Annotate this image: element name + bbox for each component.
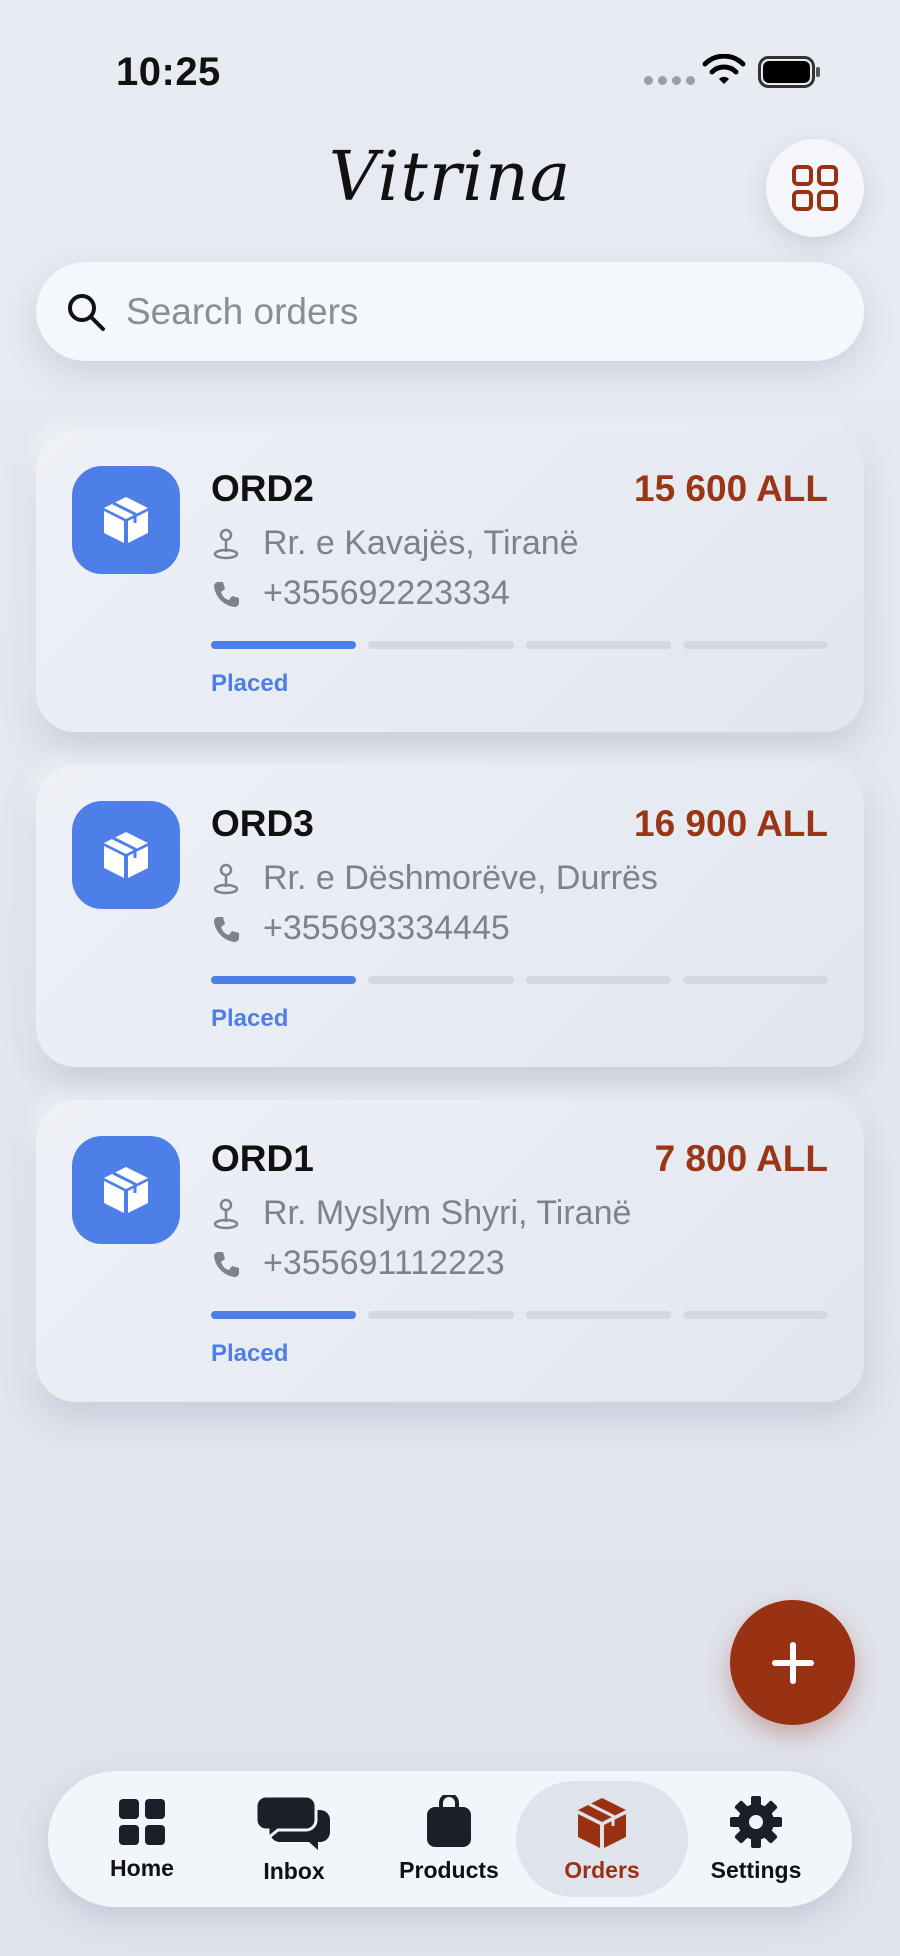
- search-icon: [68, 293, 105, 331]
- app-logo-title: Vitrina: [328, 138, 572, 217]
- order-box-icon: [72, 466, 180, 574]
- order-phone: +355691112223: [263, 1244, 505, 1282]
- order-total: 16 900 ALL: [634, 803, 828, 844]
- tab-label: Settings: [710, 1856, 802, 1883]
- order-id: ORD2: [211, 468, 314, 509]
- tab-home[interactable]: Home: [56, 1781, 228, 1897]
- grid-icon: [792, 165, 838, 211]
- tab-label: Products: [399, 1856, 499, 1883]
- gear-icon: [730, 1795, 782, 1848]
- order-card[interactable]: ORD2 15 600 ALL Rr. e Kavajës, Tiranë +3…: [36, 430, 864, 732]
- progress-step: [682, 1311, 828, 1319]
- search-input[interactable]: [126, 290, 806, 333]
- progress-step: [525, 1311, 671, 1319]
- order-phone: +355693334445: [263, 909, 510, 947]
- battery-icon: [758, 56, 820, 88]
- tab-label: Home: [110, 1854, 174, 1881]
- add-order-button[interactable]: [730, 1600, 855, 1725]
- bottom-tab-bar: Home Inbox Products Orders Settings: [48, 1771, 852, 1907]
- order-phone-row: +355692223334: [211, 574, 510, 613]
- order-box-icon: [72, 801, 180, 909]
- progress-step: [368, 1311, 514, 1319]
- order-card[interactable]: ORD1 7 800 ALL Rr. Myslym Shyri, Tiranë …: [36, 1100, 864, 1402]
- order-address: Rr. e Kavajës, Tiranë: [263, 524, 579, 562]
- order-progress: [211, 976, 828, 984]
- progress-step-placed: [211, 1311, 357, 1319]
- location-pin-icon: [211, 528, 241, 559]
- order-address: Rr. Myslym Shyri, Tiranë: [263, 1194, 632, 1232]
- order-card[interactable]: ORD3 16 900 ALL Rr. e Dëshmorëve, Durrës…: [36, 765, 864, 1067]
- location-pin-icon: [211, 863, 241, 894]
- order-status: Placed: [211, 1340, 289, 1367]
- cellular-signal-icon: [644, 76, 695, 85]
- progress-step: [525, 976, 671, 984]
- progress-step: [368, 641, 514, 649]
- box-icon: [578, 1797, 626, 1848]
- progress-step-placed: [211, 641, 357, 649]
- search-bar[interactable]: [36, 262, 864, 361]
- plus-icon: [771, 1641, 814, 1684]
- tab-orders[interactable]: Orders: [516, 1781, 688, 1897]
- order-phone-row: +355693334445: [211, 909, 510, 948]
- tab-products[interactable]: Products: [363, 1781, 535, 1897]
- tab-inbox[interactable]: Inbox: [208, 1781, 380, 1897]
- order-address: Rr. e Dëshmorëve, Durrës: [263, 859, 658, 897]
- order-phone: +355692223334: [263, 574, 510, 612]
- order-phone-row: +355691112223: [211, 1244, 505, 1283]
- bag-icon: [427, 1794, 471, 1847]
- order-address-row: Rr. Myslym Shyri, Tiranë: [211, 1194, 631, 1233]
- phone-icon: [211, 914, 241, 944]
- status-time: 10:25: [116, 50, 221, 94]
- order-id: ORD3: [211, 803, 314, 844]
- order-total: 15 600 ALL: [634, 468, 828, 509]
- progress-step: [682, 976, 828, 984]
- status-bar: 10:25: [0, 0, 900, 140]
- order-progress: [211, 1311, 828, 1319]
- progress-step: [525, 641, 671, 649]
- chat-bubbles-icon: [256, 1794, 330, 1850]
- progress-step: [682, 641, 828, 649]
- phone-icon: [211, 579, 241, 609]
- layout-toggle-button[interactable]: [766, 139, 864, 237]
- order-address-row: Rr. e Kavajës, Tiranë: [211, 524, 579, 563]
- location-pin-icon: [211, 1198, 241, 1229]
- order-total: 7 800 ALL: [654, 1138, 828, 1179]
- order-status: Placed: [211, 670, 289, 697]
- wifi-icon: [702, 54, 746, 84]
- tab-settings[interactable]: Settings: [670, 1781, 842, 1897]
- order-box-icon: [72, 1136, 180, 1244]
- order-address-row: Rr. e Dëshmorëve, Durrës: [211, 859, 658, 898]
- progress-step-placed: [211, 976, 357, 984]
- order-id: ORD1: [211, 1138, 314, 1179]
- grid-icon: [119, 1798, 165, 1845]
- tab-label: Orders: [564, 1856, 640, 1883]
- progress-step: [368, 976, 514, 984]
- phone-icon: [211, 1249, 241, 1279]
- tab-label: Inbox: [263, 1857, 325, 1884]
- order-progress: [211, 641, 828, 649]
- order-status: Placed: [211, 1005, 289, 1032]
